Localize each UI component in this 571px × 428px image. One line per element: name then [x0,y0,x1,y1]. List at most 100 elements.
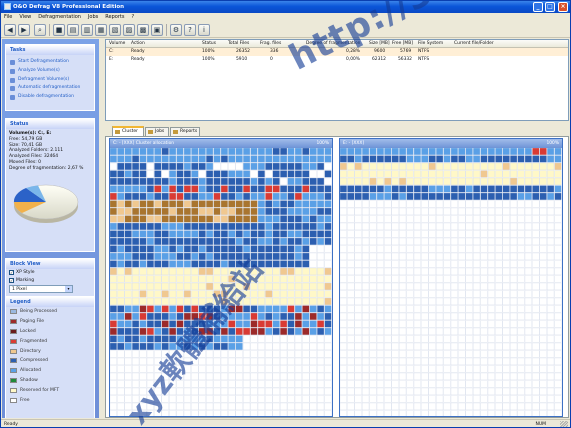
tab-jobs[interactable]: Jobs [145,127,169,136]
cluster-block [287,395,295,403]
tab-reports[interactable]: Reports [170,127,200,136]
cluster-block [487,372,495,381]
col-frag-files[interactable]: Frag. files [260,40,281,48]
col-file-system[interactable]: File System [418,40,443,48]
cluster-block [265,342,273,351]
job-icon[interactable]: ▩ [137,24,149,36]
task-defragment-volumes[interactable]: Defragment Volume(s) [6,76,94,85]
minimize-button[interactable]: _ [533,2,543,12]
title-bar[interactable]: O&O Defrag V8 Professional Edition _ □ × [1,1,570,13]
cluster-block [517,222,525,231]
close-button[interactable]: × [558,2,568,12]
cluster-block [406,372,414,381]
settings-icon[interactable]: ⚙ [170,24,182,36]
cluster-block [265,162,273,171]
cluster-block [280,380,288,388]
xp-style-checkbox[interactable]: ✓ XP Style [6,269,94,277]
menu-jobs[interactable]: Jobs [88,14,98,20]
marking-checkbox[interactable]: ✓ Marking [6,277,94,284]
stop-icon[interactable]: ■ [53,24,65,36]
task-start-defragmentation[interactable]: Start Defragmentation [6,58,94,67]
cluster-block [132,267,140,276]
cluster-block [517,350,525,358]
cluster-block [183,185,191,193]
tab-cluster[interactable]: Cluster [112,126,144,136]
maximize-button[interactable]: □ [545,2,555,12]
cluster-block [495,357,503,366]
cluster-block [362,380,370,388]
cluster-block [391,387,399,396]
analyze-icon[interactable]: ⌕ [34,24,46,36]
cluster-block [510,260,518,268]
legend-item: Compressed [6,356,94,366]
menu-help[interactable]: ? [131,14,134,20]
cluster-block [206,185,214,193]
cluster-block [213,170,221,178]
cluster-block [294,350,302,358]
legend-swatch [10,358,17,364]
col-free[interactable]: Free [MB] [392,40,413,48]
back-icon[interactable]: ◀ [4,24,16,36]
cluster-block [487,290,495,298]
cluster-block [391,327,399,336]
menu-view[interactable]: View [19,14,31,20]
cluster-block [532,177,540,186]
cluster-block [154,320,162,328]
tasks-header[interactable]: Tasks [6,45,94,55]
task-analyze-volumes[interactable]: Analyze Volume(s) [6,67,94,76]
cluster-block [146,260,154,268]
forward-icon[interactable]: ▶ [18,24,30,36]
cluster-block [465,237,473,246]
menu-file[interactable]: File [4,14,12,20]
menu-defragmentation[interactable]: Defragmentation [38,14,81,20]
cluster-block [132,222,140,231]
cluster-block [443,170,451,178]
status-header[interactable]: Status [6,119,94,129]
cluster-block [391,215,399,223]
block-size-select[interactable]: 1 Pixel ▾ [9,285,73,293]
legend-swatch [10,368,17,374]
cluster-block [213,410,221,416]
cluster-block [340,290,347,298]
col-current[interactable]: Current file/Folder [454,40,494,48]
cluster-block [309,267,317,276]
defrag-complete-modified-icon[interactable]: ▧ [109,24,121,36]
cluster-block [250,350,258,358]
cluster-block [235,327,243,336]
info-icon[interactable]: i [198,24,210,36]
cluster-block [117,230,125,238]
cluster-block [317,297,325,306]
cluster-block [510,387,518,396]
report-icon[interactable]: ▣ [151,24,163,36]
task-automatic-defragmentation[interactable]: Automatic defragmentation [6,84,94,93]
col-action[interactable]: Action [131,40,145,48]
defrag-icon [10,60,15,65]
cluster-block [354,387,362,396]
resize-grip[interactable] [560,421,568,427]
defrag-space-icon[interactable]: ▥ [81,24,93,36]
task-disable-defragmentation[interactable]: Disable defragmentation [6,93,94,102]
cluster-map-e[interactable]: E: - [XXX] 100% [339,138,563,417]
col-volume[interactable]: Volume [109,40,125,48]
cluster-block [213,350,221,358]
block-view-header[interactable]: Block View [6,259,94,269]
cluster-block [287,305,295,313]
cluster-block [228,372,236,381]
cluster-block [517,410,525,416]
cluster-block [406,357,414,366]
help-icon[interactable]: ? [184,24,196,36]
col-total-files[interactable]: Total Files [228,40,249,48]
menu-reports[interactable]: Reports [105,14,124,20]
cluster-block [450,372,458,381]
cluster-block [473,282,481,291]
cluster-block [502,402,510,411]
defrag-complete-name-icon[interactable]: ▦ [95,24,107,36]
cluster-block [191,290,199,298]
legend-header[interactable]: Legend [6,297,94,307]
cluster-grid-e[interactable] [340,148,562,417]
cluster-block [280,365,288,373]
cluster-block [443,237,451,246]
col-status[interactable]: Status [202,40,216,48]
defrag-complete-access-icon[interactable]: ▨ [123,24,135,36]
defrag-stealth-icon[interactable]: ▤ [67,24,79,36]
